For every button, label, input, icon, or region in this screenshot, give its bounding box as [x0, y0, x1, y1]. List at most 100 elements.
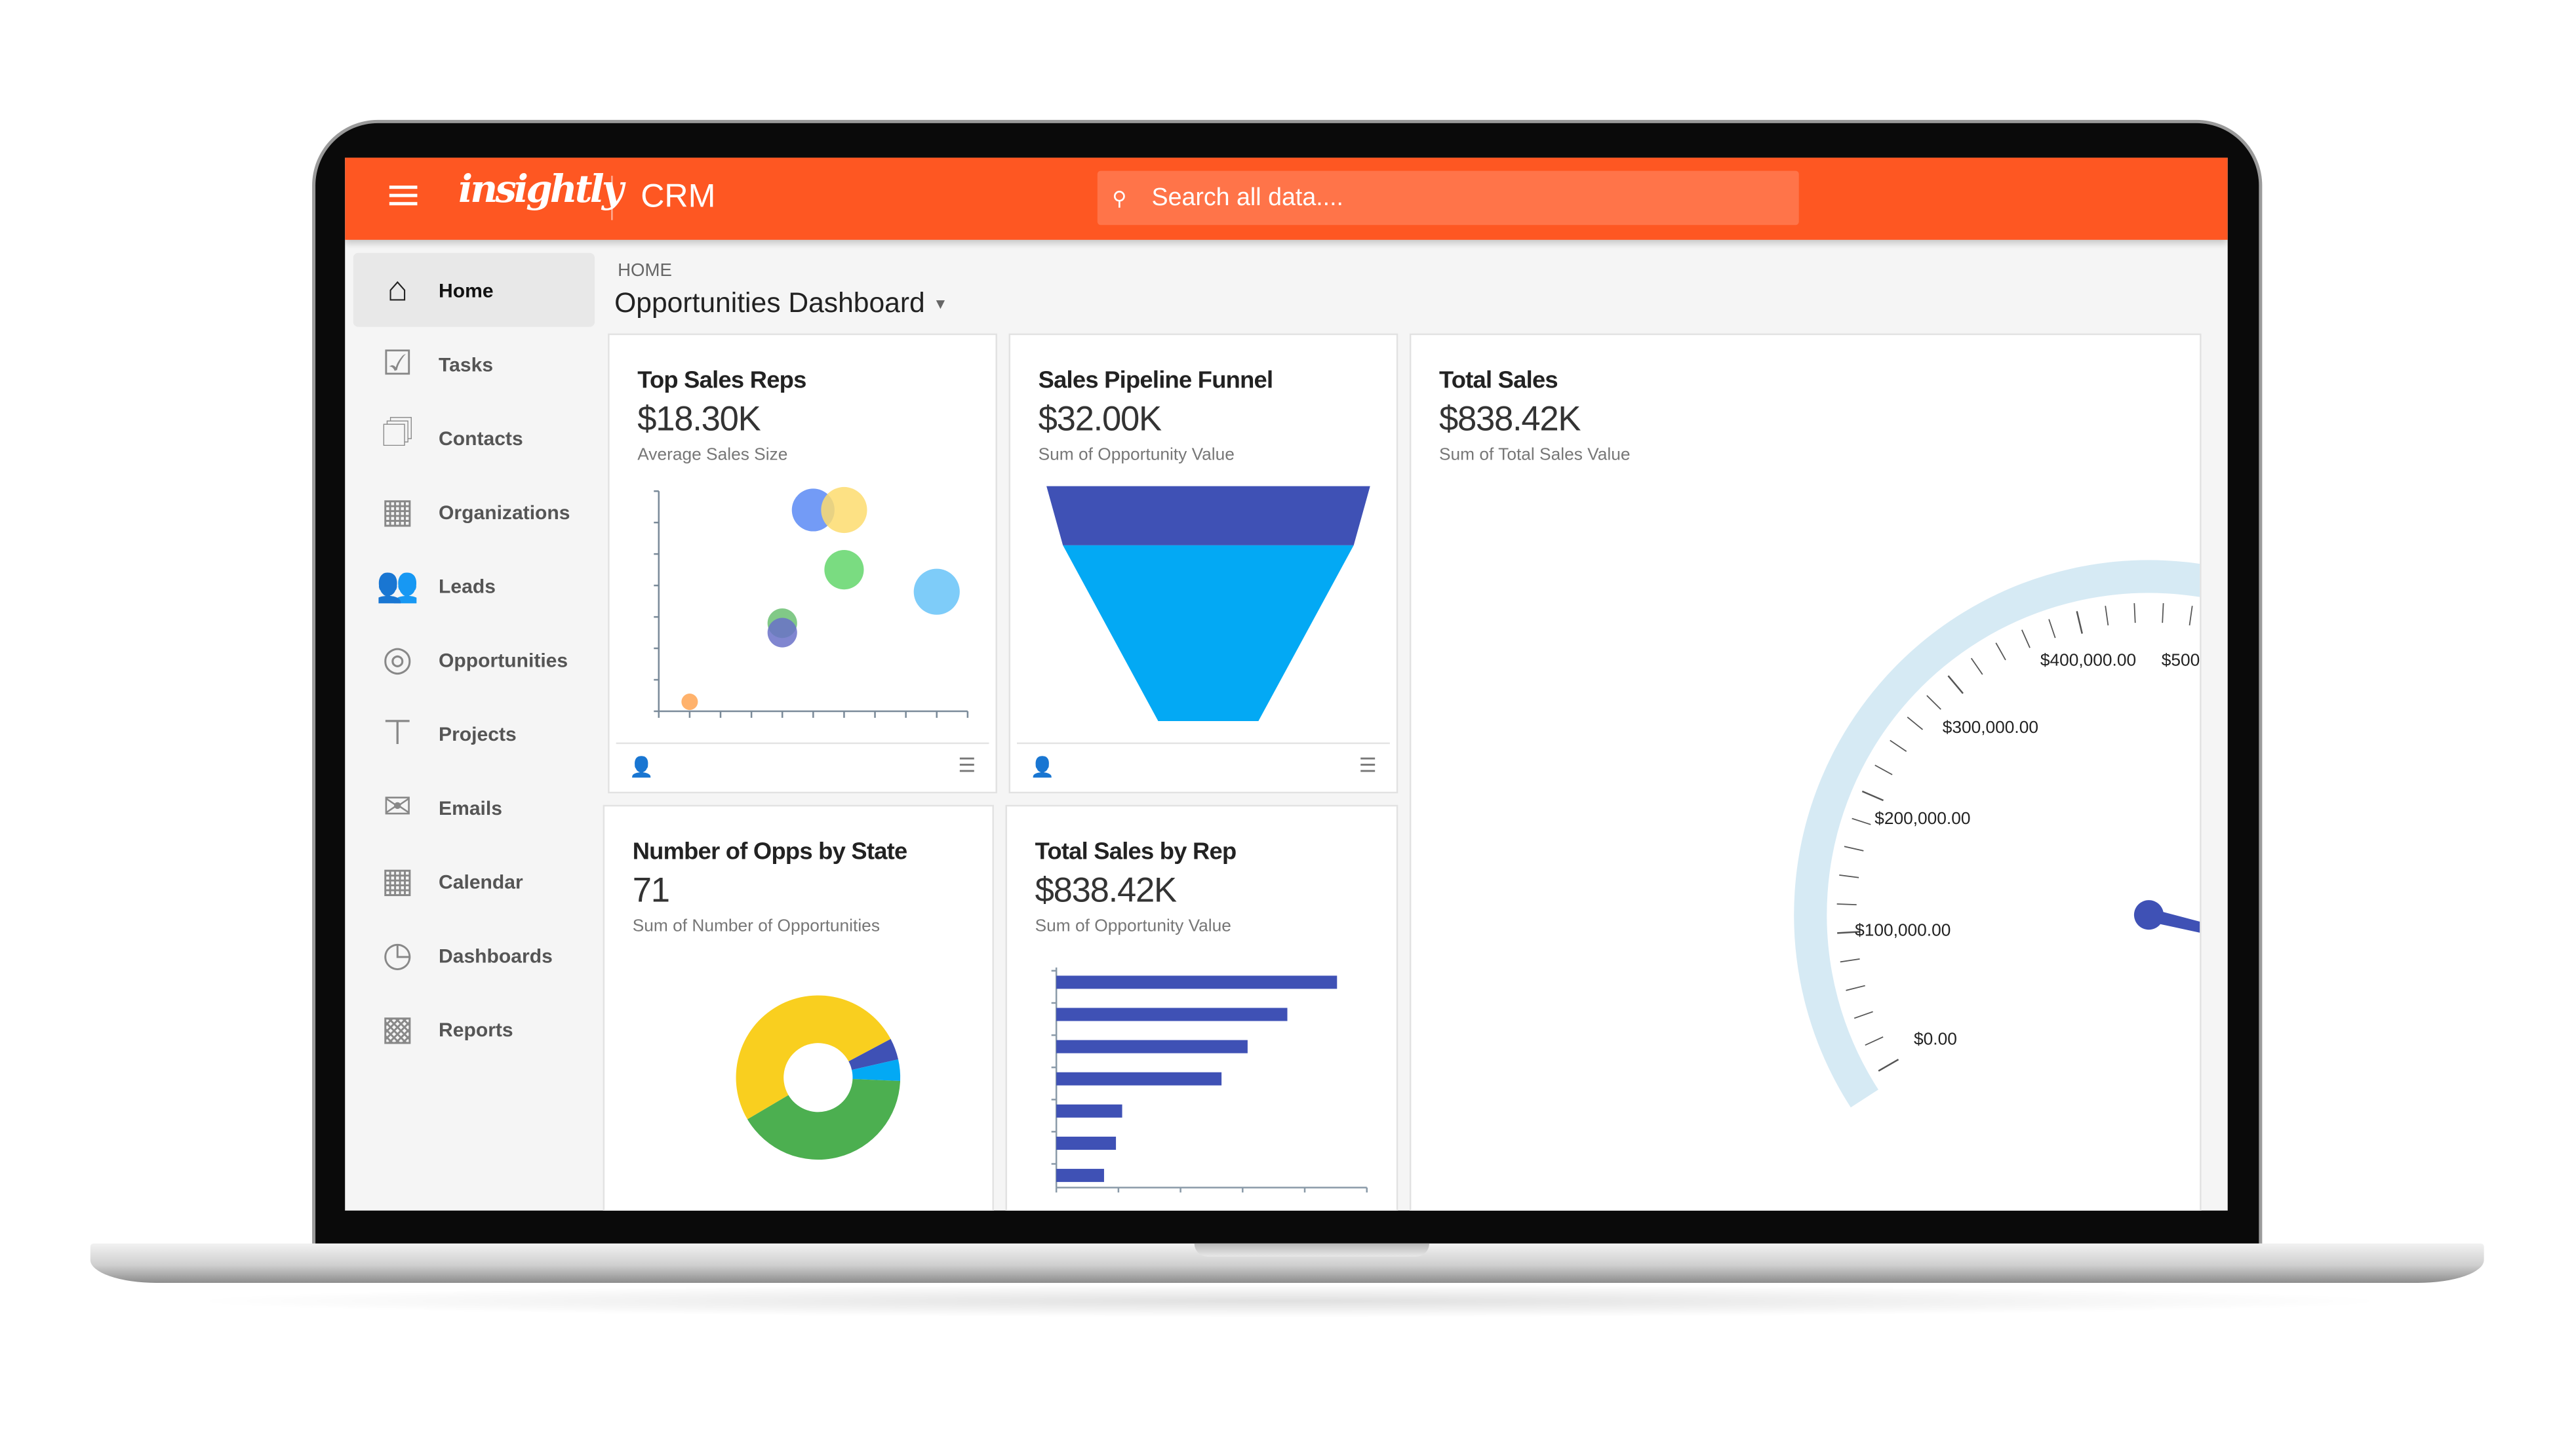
card-footer: 👤 ☰: [1017, 742, 1390, 794]
gauge-tick: [1970, 657, 1983, 675]
sidebar-item-projects[interactable]: ⊤ Projects: [353, 696, 595, 770]
sidebar-item-label: Reports: [439, 1017, 513, 1041]
user-icon[interactable]: 👤: [629, 756, 654, 779]
people-icon: 👥: [376, 566, 420, 604]
bubble-point: [767, 618, 797, 648]
bar: [1056, 1008, 1288, 1021]
bar: [1056, 975, 1338, 989]
envelope-icon: ✉: [383, 788, 412, 827]
donut-chart: [736, 995, 901, 1160]
gauge-tick-label: $400,000.00: [2040, 650, 2136, 670]
bar: [1056, 1104, 1122, 1118]
gauge-tick: [2162, 603, 2164, 623]
gauge-tick: [1874, 764, 1893, 775]
list-icon[interactable]: ☰: [958, 754, 976, 777]
bubble-point: [913, 568, 960, 615]
checkbox-icon: ☑: [382, 345, 413, 383]
home-icon: ⌂: [387, 270, 408, 308]
gauge-tick: [1846, 985, 1865, 991]
card-opps-by-state[interactable]: Number of Opps by State 71 Sum of Number…: [603, 804, 994, 1211]
funnel-stage: [1063, 545, 1354, 722]
horizontal-bar-chart: [1051, 967, 1368, 1193]
sidebar-item-contacts[interactable]: 🗇 Contacts: [353, 401, 595, 475]
sidebar-item-label: Calendar: [439, 869, 523, 893]
bar: [1056, 1040, 1248, 1053]
target-icon: ◎: [382, 640, 413, 678]
gauge-tick: [2048, 619, 2056, 638]
bar: [1056, 1072, 1222, 1086]
top-bar: insightly CRM ⚲: [345, 157, 2228, 240]
bubble-point: [821, 486, 867, 534]
gauge-tick: [1878, 1059, 1899, 1072]
breadcrumb[interactable]: HOME: [618, 261, 672, 281]
gauge-tick: [1865, 1036, 1884, 1046]
card-top-sales-reps[interactable]: Top Sales Reps $18.30K Average Sales Siz…: [608, 333, 997, 794]
user-icon[interactable]: 👤: [1030, 756, 1054, 779]
sidebar-item-calendar[interactable]: ▦ Calendar: [353, 844, 595, 918]
search-icon: ⚲: [1112, 186, 1127, 210]
bar: [1056, 1169, 1104, 1183]
contact-card-icon: 🗇: [381, 414, 414, 452]
gauge-icon: ◷: [382, 936, 413, 974]
sidebar-item-label: Dashboards: [439, 943, 553, 967]
card-sales-by-rep[interactable]: Total Sales by Rep $838.42K Sum of Oppor…: [1005, 804, 1398, 1211]
hammer-icon: ⊤: [382, 714, 413, 753]
search-input[interactable]: [1148, 182, 1779, 214]
app-name: CRM: [641, 179, 716, 216]
gauge-tick: [1926, 695, 1941, 710]
sidebar-item-label: Contacts: [439, 426, 523, 450]
bar-chart-icon: ▩: [381, 1010, 414, 1048]
gauge-tick: [1853, 1011, 1873, 1019]
gauge-chart: $0.00 $100,000.00 $200,000.00 $300,000.00 $4…: [1794, 560, 2200, 1108]
sidebar-item-opportunities[interactable]: ◎ Opportunities: [353, 623, 595, 697]
gauge-tick-label: $100,000.00: [1855, 920, 1951, 940]
bubble-chart: [654, 486, 969, 718]
gauge-tick: [2133, 603, 2136, 623]
insightly-logo[interactable]: insightly: [458, 168, 624, 212]
sidebar-item-emails[interactable]: ✉ Emails: [353, 770, 595, 844]
gauge-tick: [1836, 903, 1857, 905]
sidebar-item-dashboards[interactable]: ◷ Dashboards: [353, 918, 595, 992]
sidebar-item-label: Organizations: [439, 500, 570, 524]
sidebar-item-tasks[interactable]: ☑ Tasks: [353, 327, 595, 401]
gauge-tick: [1907, 716, 1924, 730]
list-icon[interactable]: ☰: [1359, 754, 1377, 777]
gauge-tick: [1839, 874, 1859, 878]
gauge-tick-label: $500,000.00: [2162, 650, 2200, 670]
sidebar-item-label: Emails: [439, 796, 503, 819]
gauge-tick: [1840, 958, 1860, 963]
sidebar-item-label: Home: [439, 278, 494, 302]
bar: [1056, 1136, 1117, 1150]
card-footer: 👤 ☰: [616, 742, 989, 794]
gauge-needle-hub: [2133, 900, 2164, 930]
dashboard-selector[interactable]: Opportunities Dashboard ▼: [614, 287, 948, 320]
card-total-sales[interactable]: Total Sales $838.42K Sum of Total Sales …: [1409, 333, 2202, 1211]
gauge-tick: [1890, 739, 1907, 752]
gauge-tick: [2021, 629, 2031, 648]
hamburger-menu-icon[interactable]: [389, 186, 418, 208]
laptop-mockup: insightly CRM ⚲ ⌂ Home ☑ Tasks 🗇 Contacts ▦ Org…: [0, 0, 2576, 1452]
sidebar-item-home[interactable]: ⌂ Home: [353, 252, 595, 327]
card-sales-pipeline[interactable]: Sales Pipeline Funnel $32.00K Sum of Opp…: [1008, 333, 1398, 794]
gauge-tick: [2076, 611, 2083, 634]
app-screen: insightly CRM ⚲ ⌂ Home ☑ Tasks 🗇 Contacts ▦ Org…: [345, 157, 2228, 1211]
sidebar-item-label: Opportunities: [439, 648, 568, 671]
bubble-point: [824, 550, 864, 590]
gauge-tick: [2189, 606, 2193, 626]
sidebar-item-organizations[interactable]: ▦ Organizations: [353, 475, 595, 549]
sidebar-item-reports[interactable]: ▩ Reports: [353, 992, 595, 1066]
funnel-stage: [1046, 486, 1370, 545]
gauge-tick: [1995, 642, 2006, 661]
sidebar-item-leads[interactable]: 👥 Leads: [353, 549, 595, 623]
gauge-tick-label: $200,000.00: [1874, 808, 1970, 828]
laptop-notch: [1194, 1243, 1429, 1257]
sidebar: ⌂ Home ☑ Tasks 🗇 Contacts ▦ Organizations 👥 Leads…: [353, 252, 595, 1066]
gauge-tick: [1852, 817, 1871, 825]
gauge-tick: [1947, 675, 1964, 694]
header-divider: [611, 176, 613, 220]
search-box[interactable]: ⚲: [1097, 170, 1799, 226]
funnel-chart: [1046, 486, 1370, 722]
gauge-tick: [2105, 606, 2109, 626]
calendar-icon: ▦: [381, 862, 414, 901]
sidebar-item-label: Projects: [439, 722, 517, 745]
